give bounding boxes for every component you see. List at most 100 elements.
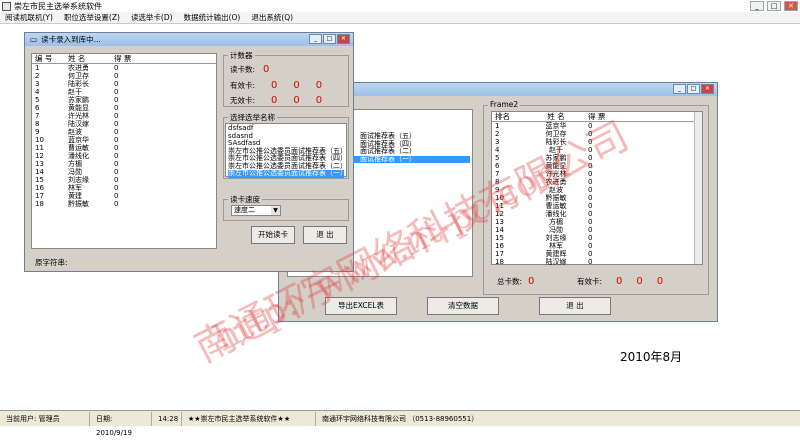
- table-cell: 刘志缘: [68, 176, 89, 184]
- maximize-button[interactable]: □: [767, 1, 781, 11]
- results-valid-value: 0: [656, 276, 664, 287]
- table-row[interactable]: 12 潘线化 0: [32, 152, 216, 160]
- table-row[interactable]: 9 赵波 0: [492, 186, 702, 194]
- table-cell: 0: [114, 152, 119, 160]
- table-row[interactable]: 17 黄建辉 0: [492, 250, 702, 258]
- table-row[interactable]: 8 陆汉嫁 0: [32, 120, 216, 128]
- table-cell: 陆彩长: [68, 80, 89, 88]
- table-row[interactable]: 16 林军 0: [32, 184, 216, 192]
- start-read-button[interactable]: 开始读卡: [251, 226, 295, 244]
- table-row[interactable]: 18 陆汉嫁 0: [492, 258, 702, 266]
- table-row[interactable]: 4 赵干 0: [32, 88, 216, 96]
- table-row[interactable]: 12 潘线化 0: [492, 210, 702, 218]
- candidate-table[interactable]: 编 号 姓 名 得 票 1 农进勇 0 2 何卫存 0 3 陆彩长 0 4 赵干 0 5 苏家鹏 0 6 黄能显…: [31, 53, 217, 249]
- table-cell: 0: [114, 136, 119, 144]
- table-cell: 农进勇: [68, 64, 89, 72]
- menu-exit[interactable]: 退出系统(Q): [251, 12, 293, 23]
- table-row[interactable]: 4 赵干 0: [492, 146, 702, 154]
- table-cell: 5: [495, 154, 500, 162]
- speed-select[interactable]: 速度二 ▼: [231, 205, 281, 216]
- menu-reader-connect[interactable]: 阅读机联机(Y): [5, 12, 53, 23]
- results-maximize-button[interactable]: □: [687, 84, 700, 94]
- table-row[interactable]: 17 黄建 0: [32, 192, 216, 200]
- table-cell: 0: [588, 210, 593, 218]
- table-cell: 1: [495, 122, 500, 130]
- table-row[interactable]: 1 蓝京华 0: [492, 122, 702, 130]
- table-row[interactable]: 10 蓝京华 0: [32, 136, 216, 144]
- table-row[interactable]: 11 曹运敏 0: [32, 144, 216, 152]
- date-display: 2010年8月: [620, 350, 683, 364]
- table-cell: 苏家鹏: [545, 154, 567, 162]
- table-row[interactable]: 3 陆彩长 0: [492, 138, 702, 146]
- results-valid-count: 有效卡: 0 0 0: [577, 276, 663, 287]
- table-row[interactable]: 15 刘志缘 0: [32, 176, 216, 184]
- results-minimize-button[interactable]: _: [673, 84, 686, 94]
- table-row[interactable]: 7 许光林 0: [32, 112, 216, 120]
- table-cell: 冯勋: [549, 226, 563, 234]
- table-cell: 赵波: [549, 186, 563, 194]
- menu-read-cards[interactable]: 读选举卡(D): [131, 12, 173, 23]
- list-item-selected[interactable]: 崇左市公推公选委员面试推荐表（一）: [228, 169, 347, 178]
- table-row[interactable]: 9 赵波 0: [32, 128, 216, 136]
- menu-data-export[interactable]: 数据统计输出(O): [184, 12, 241, 23]
- table-cell: 0: [588, 202, 593, 210]
- table-cell: 8: [495, 178, 500, 186]
- table-row[interactable]: 8 农进勇 0: [492, 178, 702, 186]
- table-row[interactable]: 13 方楣 0: [492, 218, 702, 226]
- app-title: 崇左市民主选举系统软件: [14, 1, 102, 11]
- table-row[interactable]: 5 苏家鹏 0: [32, 96, 216, 104]
- table-row[interactable]: 2 何卫存 0: [492, 130, 702, 138]
- reader-maximize-button[interactable]: □: [323, 34, 336, 44]
- minimize-button[interactable]: _: [750, 1, 764, 11]
- table-cell: 0: [588, 170, 593, 178]
- status-user: 当前用户: 管理员: [0, 411, 90, 426]
- clear-data-button[interactable]: 清空数据: [427, 297, 499, 315]
- table-row[interactable]: 11 曹运敏 0: [492, 202, 702, 210]
- table-row[interactable]: 14 冯勋 0: [492, 226, 702, 234]
- menu-position-settings[interactable]: 职位选举设置(Z): [64, 12, 120, 23]
- table-cell: 0: [588, 146, 593, 154]
- table-cell: 6: [495, 162, 500, 170]
- close-button[interactable]: ✕: [784, 1, 798, 11]
- table-row[interactable]: 3 陆彩长 0: [32, 80, 216, 88]
- results-close-button[interactable]: ✕: [701, 84, 714, 94]
- table-cell: 黄能显: [68, 104, 89, 112]
- table-row[interactable]: 13 方楣 0: [32, 160, 216, 168]
- table-row[interactable]: 6 黄能显 0: [492, 162, 702, 170]
- export-excel-button[interactable]: 导出EXCEL表: [325, 297, 397, 315]
- results-valid-label: 有效卡:: [577, 277, 603, 286]
- table-cell: 方楣: [68, 160, 82, 168]
- table-row[interactable]: 15 刘志缘 0: [492, 234, 702, 242]
- table-row[interactable]: 6 黄能显 0: [32, 104, 216, 112]
- table-row[interactable]: 14 冯勋 0: [32, 168, 216, 176]
- table-row[interactable]: 5 苏家鹏 0: [492, 154, 702, 162]
- table-cell: 6: [35, 104, 40, 112]
- table-cell: 0: [114, 120, 119, 128]
- table-cell: 0: [588, 186, 593, 194]
- table-cell: 0: [588, 162, 593, 170]
- table-cell: 15: [495, 234, 504, 242]
- table-cell: 0: [114, 144, 119, 152]
- reader-exit-button[interactable]: 退 出: [303, 226, 347, 244]
- ranking-table[interactable]: 排名 姓 名 得 票 1 蓝京华 0 2 何卫存 0 3 陆彩长 0 4 赵干 0 5 苏家鹏 0 6 黄能显 0…: [491, 111, 703, 266]
- table-row[interactable]: 18 黔振敏 0: [32, 200, 216, 208]
- chevron-down-icon[interactable]: ▼: [271, 206, 280, 215]
- status-date: 日期: 2010/9/19: [90, 411, 152, 437]
- table-row[interactable]: 7 许光林 0: [492, 170, 702, 178]
- election-name-list[interactable]: dsfsadf sdasnd SAsdfasd 崇左市公推公选委员面试推荐表（五…: [225, 123, 347, 178]
- reader-close-button[interactable]: ✕: [337, 34, 350, 44]
- table-cell: 0: [588, 178, 593, 186]
- results-valid-value: 0: [616, 276, 623, 287]
- results-exit-button[interactable]: 退 出: [539, 297, 611, 315]
- table-row[interactable]: 10 黔振敏 0: [492, 194, 702, 202]
- table-cell: 0: [114, 128, 119, 136]
- table-row[interactable]: 16 林军 0: [492, 242, 702, 250]
- table-row[interactable]: 2 何卫存 0: [32, 72, 216, 80]
- table-cell: 冯勋: [68, 168, 82, 176]
- table-row[interactable]: 1 农进勇 0: [32, 64, 216, 72]
- table-cell: 苏家鹏: [68, 96, 89, 104]
- reader-minimize-button[interactable]: _: [309, 34, 322, 44]
- table-cell: 9: [495, 186, 500, 194]
- ranking-scrollbar[interactable]: [694, 112, 702, 264]
- speed-legend: 读卡速度: [228, 194, 262, 205]
